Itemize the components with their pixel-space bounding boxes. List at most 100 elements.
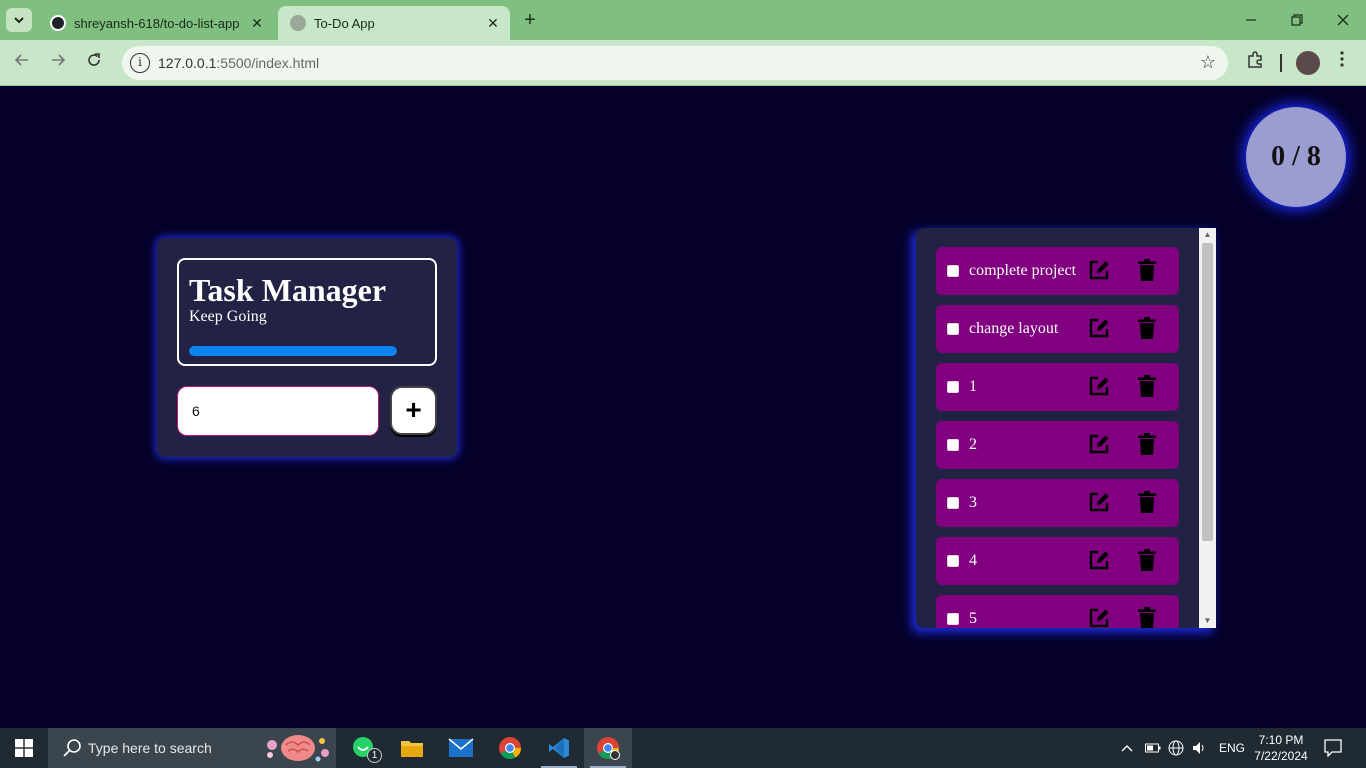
- globe-icon: [290, 15, 306, 31]
- task-item: change layout: [936, 305, 1179, 353]
- browser-menu-button[interactable]: [1332, 51, 1352, 75]
- notification-badge: 1: [367, 748, 382, 763]
- notification-center-button[interactable]: [1324, 728, 1342, 768]
- url-text: 127.0.0.1:5500/index.html: [158, 55, 319, 71]
- language-indicator[interactable]: ENG: [1219, 728, 1245, 768]
- scrollbar-thumb[interactable]: [1202, 243, 1213, 541]
- restore-icon: [1291, 14, 1303, 26]
- task-item: 2: [936, 421, 1179, 469]
- browser-tab-bar: shreyansh-618/to-do-list-app ✕ To-Do App…: [0, 0, 1366, 40]
- scrollbar[interactable]: ▲ ▼: [1199, 228, 1216, 628]
- minimize-icon: [1246, 19, 1256, 21]
- trash-icon[interactable]: [1138, 433, 1156, 455]
- tab-close-icon[interactable]: ✕: [482, 15, 504, 32]
- task-text: change layout: [969, 320, 1059, 337]
- battery-icon[interactable]: [1145, 728, 1161, 768]
- bookmark-star-icon[interactable]: ☆: [1200, 52, 1216, 73]
- task-text: 1: [969, 378, 977, 395]
- tab-title: shreyansh-618/to-do-list-app: [74, 15, 240, 31]
- start-button[interactable]: [0, 728, 48, 768]
- github-icon: [50, 15, 66, 31]
- restore-button[interactable]: [1274, 0, 1320, 40]
- site-info-icon[interactable]: i: [130, 53, 150, 73]
- edit-icon[interactable]: [1088, 491, 1110, 513]
- page-subtitle: Keep Going: [189, 308, 267, 325]
- task-checkbox[interactable]: [947, 555, 959, 567]
- task-list-panel: complete project change layout 1 2 3 4 5 ▲ ▼: [916, 228, 1216, 628]
- chrome-icon: [499, 737, 521, 759]
- edit-icon[interactable]: [1088, 549, 1110, 571]
- tab-close-icon[interactable]: ✕: [246, 15, 268, 32]
- trash-icon[interactable]: [1138, 259, 1156, 281]
- edit-icon[interactable]: [1088, 317, 1110, 339]
- show-hidden-icons[interactable]: [1120, 728, 1134, 768]
- task-checkbox[interactable]: [947, 439, 959, 451]
- chevron-up-icon: [1121, 745, 1133, 752]
- trash-icon[interactable]: [1138, 607, 1156, 628]
- back-button[interactable]: [10, 51, 34, 75]
- task-item: 1: [936, 363, 1179, 411]
- taskbar-chrome-active[interactable]: [584, 728, 632, 768]
- add-task-button[interactable]: +: [390, 386, 437, 435]
- edit-icon[interactable]: [1088, 375, 1110, 397]
- browser-toolbar: i 127.0.0.1:5500/index.html ☆: [0, 40, 1366, 86]
- chevron-down-icon: [14, 17, 24, 24]
- task-checkbox[interactable]: [947, 613, 959, 625]
- address-bar[interactable]: i 127.0.0.1:5500/index.html ☆: [122, 46, 1228, 80]
- close-window-button[interactable]: [1320, 0, 1366, 40]
- task-item: 4: [936, 537, 1179, 585]
- edit-icon[interactable]: [1088, 607, 1110, 628]
- taskbar-chrome[interactable]: [486, 728, 534, 768]
- task-checkbox[interactable]: [947, 497, 959, 509]
- taskbar-file-explorer[interactable]: [388, 728, 436, 768]
- profile-avatar[interactable]: [1296, 51, 1320, 75]
- new-tab-button[interactable]: +: [518, 8, 542, 32]
- system-clock[interactable]: 7:10 PM 7/22/2024: [1246, 732, 1316, 764]
- chrome-profile-icon: [597, 737, 620, 760]
- windows-start-icon: [15, 739, 33, 757]
- trash-icon[interactable]: [1138, 549, 1156, 571]
- extensions-button[interactable]: [1244, 51, 1266, 75]
- task-text: 4: [969, 552, 977, 569]
- network-globe-icon[interactable]: [1168, 728, 1184, 768]
- scroll-up-arrow-icon[interactable]: ▲: [1199, 228, 1216, 242]
- browser-tab-todo-app[interactable]: To-Do App ✕: [278, 6, 510, 40]
- task-checkbox[interactable]: [947, 265, 959, 277]
- trash-icon[interactable]: [1138, 375, 1156, 397]
- task-item: 3: [936, 479, 1179, 527]
- edit-icon[interactable]: [1088, 433, 1110, 455]
- taskbar-vscode[interactable]: [535, 728, 583, 768]
- tab-search-button[interactable]: [6, 8, 32, 32]
- browser-tab-github[interactable]: shreyansh-618/to-do-list-app ✕: [38, 6, 274, 40]
- url-path: :5500/index.html: [216, 55, 320, 71]
- task-checkbox[interactable]: [947, 381, 959, 393]
- reload-button[interactable]: [82, 51, 106, 75]
- task-counter: 0 / 8: [1246, 107, 1346, 207]
- taskbar-whatsapp[interactable]: 1: [340, 728, 388, 768]
- more-vertical-icon: [1340, 51, 1344, 67]
- notification-icon: [1324, 739, 1342, 757]
- taskbar-mail[interactable]: [437, 728, 485, 768]
- edit-icon[interactable]: [1088, 259, 1110, 281]
- task-text: 5: [969, 610, 977, 627]
- scroll-down-arrow-icon[interactable]: ▼: [1199, 614, 1216, 628]
- trash-icon[interactable]: [1138, 491, 1156, 513]
- search-icon: [63, 739, 81, 757]
- search-highlight-brain-icon: [267, 735, 329, 762]
- trash-icon[interactable]: [1138, 317, 1156, 339]
- volume-icon[interactable]: [1192, 728, 1208, 768]
- task-list: complete project change layout 1 2 3 4 5: [936, 247, 1179, 628]
- tab-title: To-Do App: [314, 15, 375, 31]
- forward-button[interactable]: [46, 51, 70, 75]
- mail-icon: [448, 738, 474, 757]
- search-placeholder: Type here to search: [88, 740, 212, 756]
- taskbar-search[interactable]: Type here to search: [48, 728, 336, 768]
- header-box: Task Manager Keep Going: [177, 258, 437, 366]
- task-checkbox[interactable]: [947, 323, 959, 335]
- minimize-button[interactable]: [1228, 0, 1274, 40]
- close-icon: [1337, 14, 1349, 26]
- url-host: 127.0.0.1: [158, 55, 217, 71]
- windows-taskbar: Type here to search 1 ENG 7:10 PM 7/22/2…: [0, 728, 1366, 768]
- task-input[interactable]: [177, 386, 379, 436]
- progress-bar: [189, 346, 397, 356]
